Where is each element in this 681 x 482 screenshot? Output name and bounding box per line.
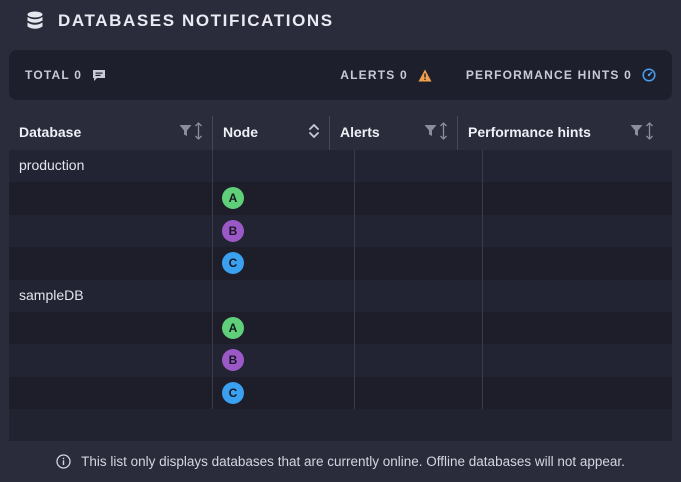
table-row: B xyxy=(9,344,672,377)
info-footer: This list only displays databases that a… xyxy=(0,441,681,482)
alerts-count: ALERTS 0 xyxy=(340,68,432,82)
total-label: TOTAL 0 xyxy=(25,68,83,82)
node-badge-b: B xyxy=(222,349,244,372)
database-name: production xyxy=(19,157,85,173)
column-line xyxy=(482,150,483,409)
hints-label: PERFORMANCE HINTS 0 xyxy=(465,68,632,82)
database-icon xyxy=(26,11,44,31)
table-row: A xyxy=(9,311,672,345)
warning-icon xyxy=(418,69,432,82)
column-alerts[interactable]: Alerts xyxy=(340,114,458,150)
table-row: C xyxy=(9,376,672,410)
column-line xyxy=(212,150,213,409)
filter-icon[interactable] xyxy=(424,124,437,140)
column-performance-hints[interactable]: Performance hints xyxy=(468,114,664,150)
info-icon xyxy=(56,454,71,469)
sort-icon[interactable] xyxy=(439,121,448,143)
column-divider xyxy=(329,116,330,152)
message-icon xyxy=(92,69,106,82)
table-body: production A B C sampleDB A B C xyxy=(9,150,672,410)
node-badge-a: A xyxy=(222,187,244,210)
table-row: C xyxy=(9,247,672,280)
node-badge-c: C xyxy=(222,381,244,404)
sort-icon[interactable] xyxy=(308,123,320,142)
footer-text: This list only displays databases that a… xyxy=(81,454,625,469)
sort-icon[interactable] xyxy=(194,121,203,143)
performance-hints-count: PERFORMANCE HINTS 0 xyxy=(466,68,656,82)
page-title: DATABASES NOTIFICATIONS xyxy=(58,11,334,30)
column-database[interactable]: Database xyxy=(19,114,213,150)
column-divider xyxy=(212,116,213,152)
filter-icon[interactable] xyxy=(630,124,643,140)
column-line xyxy=(354,150,355,409)
node-badge-b: B xyxy=(222,219,244,242)
node-badge-a: A xyxy=(222,316,244,339)
node-badge-c: C xyxy=(222,252,244,275)
alerts-label: ALERTS 0 xyxy=(340,68,408,82)
panel-header: DATABASES NOTIFICATIONS xyxy=(0,0,681,42)
table-row: A xyxy=(9,182,672,215)
database-name: sampleDB xyxy=(19,286,84,303)
table-row: B xyxy=(9,214,672,248)
notifications-summary: TOTAL 0 ALERTS 0 PERFORMANCE HINTS 0 xyxy=(9,50,672,100)
total-count: TOTAL 0 xyxy=(25,68,106,82)
column-divider xyxy=(457,116,458,152)
speedometer-icon xyxy=(642,68,656,82)
table-row: production xyxy=(9,150,672,183)
filter-icon[interactable] xyxy=(179,124,192,140)
sort-icon[interactable] xyxy=(645,121,654,143)
table-row: sampleDB xyxy=(9,279,672,312)
table-header: Database Node Alerts Performance hints xyxy=(9,114,672,152)
notifications-table: Database Node Alerts Performance hints p… xyxy=(9,114,672,441)
column-node[interactable]: Node xyxy=(223,114,330,150)
